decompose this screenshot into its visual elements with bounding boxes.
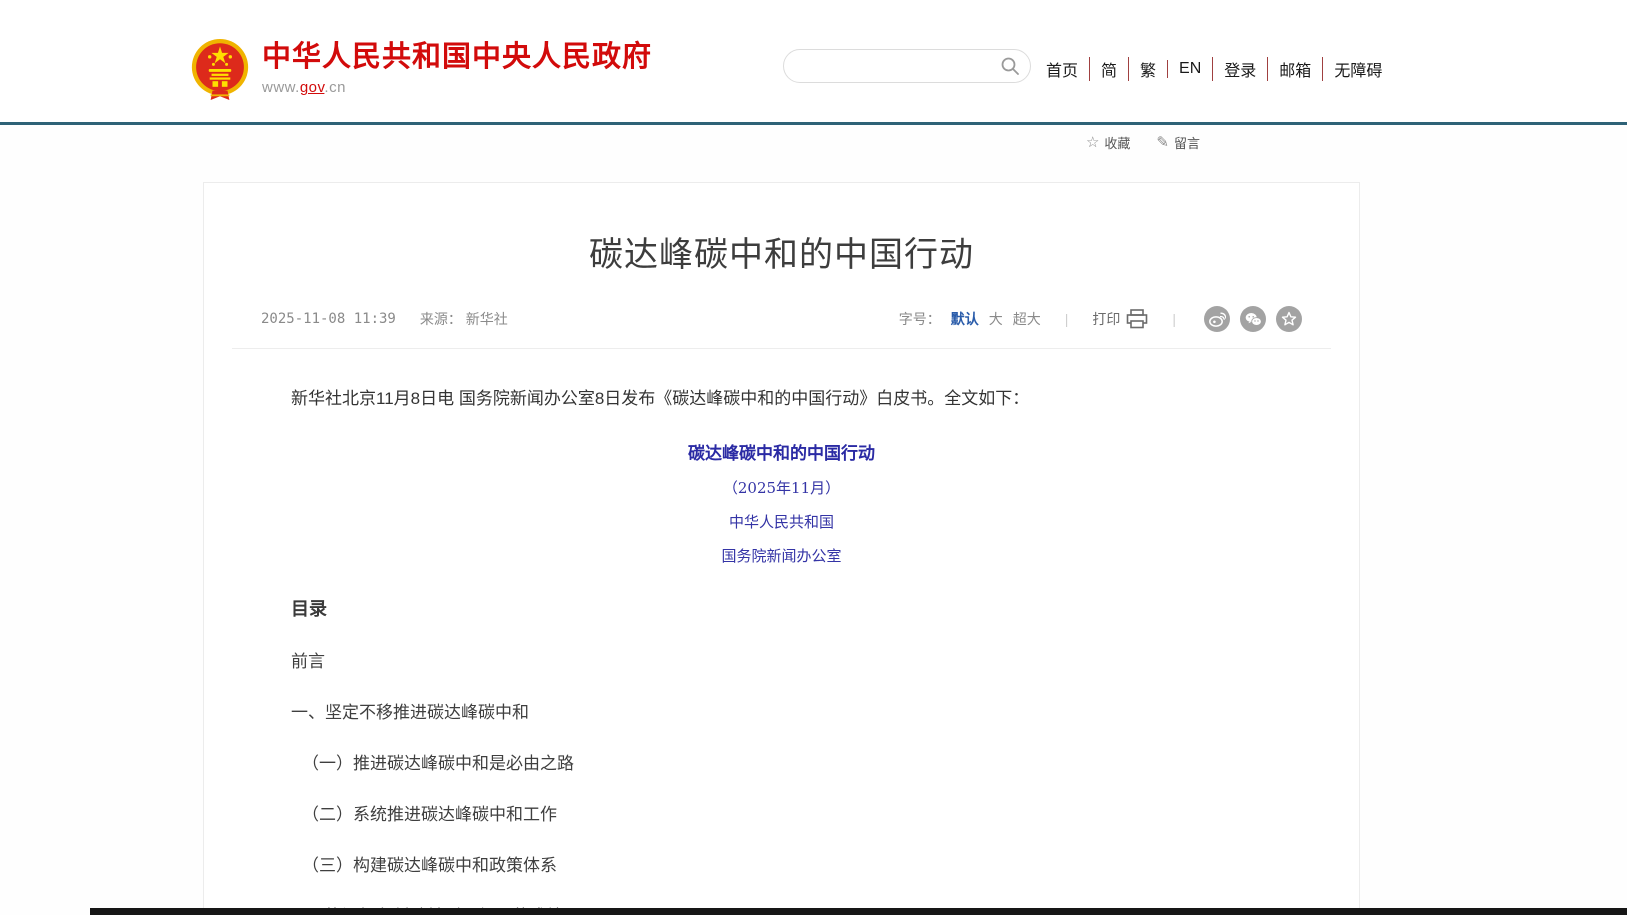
- meta-right: 字号： 默认 大 超大 | 打印 |: [899, 306, 1302, 332]
- nav-item-accessibility[interactable]: 无障碍: [1322, 57, 1393, 81]
- meta-divider: [232, 348, 1331, 349]
- nav-item-home[interactable]: 首页: [1046, 57, 1089, 81]
- publish-date: 2025-11-08 11:39: [261, 311, 396, 327]
- site-title: 中华人民共和国中央人民政府: [262, 42, 652, 74]
- meta-left: 2025-11-08 11:39 来源： 新华社: [261, 309, 508, 329]
- document-author-line2: 国务院新闻办公室: [291, 545, 1272, 566]
- lead-paragraph: 新华社北京11月8日电 国务院新闻办公室8日发布《碳达峰碳中和的中国行动》白皮书…: [291, 386, 1272, 412]
- source-value[interactable]: 新华社: [466, 311, 508, 327]
- print-label: 打印: [1092, 309, 1120, 329]
- nav-item-simplified[interactable]: 简: [1089, 57, 1128, 81]
- site-url: www.gov.cn: [262, 79, 652, 96]
- toc-item-section1: 一、坚定不移推进碳达峰碳中和: [291, 698, 1272, 723]
- header-divider: [0, 122, 1627, 125]
- font-size-large-button[interactable]: 大: [989, 309, 1003, 329]
- weibo-share-button[interactable]: [1204, 306, 1230, 332]
- wechat-share-button[interactable]: [1240, 306, 1266, 332]
- star-share-button[interactable]: [1276, 306, 1302, 332]
- article-body: 新华社北京11月8日电 国务院新闻办公室8日发布《碳达峰碳中和的中国行动》白皮书…: [261, 386, 1302, 915]
- utility-row: ☆ 收藏 ✎ 留言: [1086, 133, 1200, 152]
- article-title: 碳达峰碳中和的中国行动: [261, 227, 1302, 276]
- document-title: 碳达峰碳中和的中国行动: [291, 439, 1272, 464]
- weibo-icon: [1209, 312, 1226, 327]
- pencil-icon: ✎: [1156, 135, 1169, 150]
- nav-item-english[interactable]: EN: [1167, 60, 1212, 78]
- print-button[interactable]: 打印: [1092, 309, 1148, 329]
- favorite-label: 收藏: [1104, 133, 1130, 152]
- document-author-line1: 中华人民共和国: [291, 511, 1272, 532]
- toc-item-preface: 前言: [291, 647, 1272, 672]
- page: 中华人民共和国中央人民政府 www.gov.cn 首页 简 繁 EN 登录 邮箱…: [0, 0, 1627, 915]
- share-icons: [1204, 306, 1302, 332]
- source: 来源： 新华社: [420, 309, 508, 329]
- printer-icon: [1126, 309, 1148, 329]
- search-box: [783, 49, 1031, 83]
- source-label: 来源：: [420, 311, 462, 327]
- nav-item-traditional[interactable]: 繁: [1128, 57, 1167, 81]
- separator: |: [1065, 311, 1069, 327]
- article-meta-row: 2025-11-08 11:39 来源： 新华社 字号： 默认 大 超大 | 打…: [261, 306, 1302, 332]
- search-input[interactable]: [784, 51, 1000, 81]
- brand-text: 中华人民共和国中央人民政府 www.gov.cn: [262, 42, 652, 97]
- font-size-xlarge-button[interactable]: 超大: [1013, 309, 1041, 329]
- top-nav: 首页 简 繁 EN 登录 邮箱 无障碍: [1046, 57, 1393, 81]
- toc-heading: 目录: [291, 595, 1272, 621]
- search-icon[interactable]: [1000, 56, 1020, 76]
- article-card: 碳达峰碳中和的中国行动 2025-11-08 11:39 来源： 新华社 字号：…: [203, 182, 1360, 915]
- national-emblem-icon: [190, 38, 250, 100]
- comment-label: 留言: [1174, 133, 1200, 152]
- document-date: （2025年11月）: [291, 477, 1272, 498]
- favorite-button[interactable]: ☆ 收藏: [1086, 133, 1130, 152]
- toc-item-section1-1: （一）推进碳达峰碳中和是必由之路: [302, 749, 1272, 774]
- font-size-default-button[interactable]: 默认: [951, 309, 979, 329]
- bottom-edge-bar: [90, 908, 1627, 915]
- wechat-icon: [1245, 312, 1262, 327]
- font-size-label: 字号：: [899, 309, 941, 329]
- star-outline-icon: ☆: [1086, 135, 1099, 150]
- site-header: 中华人民共和国中央人民政府 www.gov.cn 首页 简 繁 EN 登录 邮箱…: [0, 0, 1627, 122]
- site-logo-link[interactable]: 中华人民共和国中央人民政府 www.gov.cn: [190, 38, 652, 100]
- toc-item-section1-3: （三）构建碳达峰碳中和政策体系: [302, 851, 1272, 876]
- star-share-icon: [1281, 311, 1297, 327]
- nav-item-login[interactable]: 登录: [1212, 57, 1267, 81]
- separator: |: [1172, 311, 1176, 327]
- nav-item-mail[interactable]: 邮箱: [1267, 57, 1322, 81]
- toc-item-section1-2: （二）系统推进碳达峰碳中和工作: [302, 800, 1272, 825]
- comment-button[interactable]: ✎ 留言: [1156, 133, 1200, 152]
